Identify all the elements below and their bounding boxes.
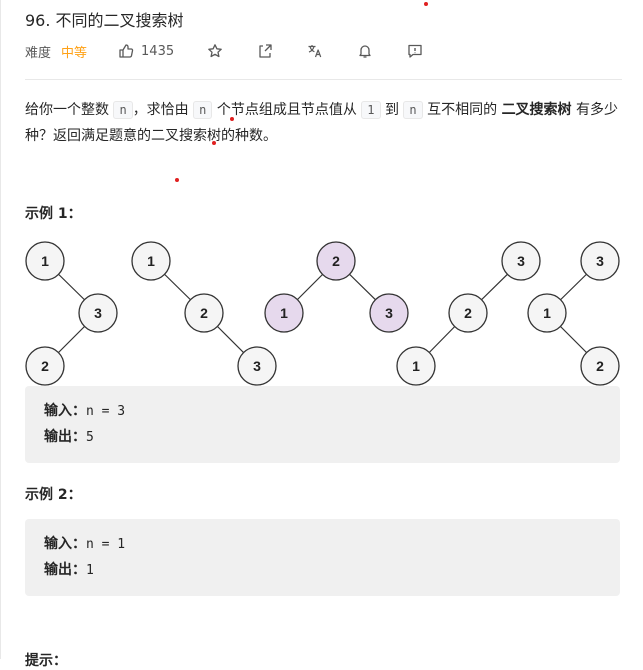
tree-node-value: 2 [596, 358, 604, 374]
tree-node-value: 3 [385, 305, 393, 321]
input-label: 输入： [44, 403, 86, 419]
tree-node: 3 [501, 241, 541, 281]
tree-node-value: 2 [41, 358, 49, 374]
tree-node-value: 2 [332, 253, 340, 269]
tree-node-value: 1 [543, 305, 551, 321]
tree-node-value: 3 [253, 358, 261, 374]
tree-node-value: 3 [596, 253, 604, 269]
tree-node-value: 1 [147, 253, 155, 269]
tree-node-value: 1 [41, 253, 49, 269]
tree-node-value: 1 [412, 358, 420, 374]
output-label: 输出： [44, 562, 86, 578]
inline-code-n: n [403, 101, 423, 119]
tree-node-value: 3 [94, 305, 102, 321]
bst-examples-diagram: 1 3 2 1 2 3 2 1 3 3 2 1 3 1 2 [25, 241, 620, 386]
desc-text: ，求恰由 [132, 102, 189, 118]
red-marker [175, 178, 179, 182]
tree-node: 1 [131, 241, 171, 281]
tree-node: 1 [264, 293, 304, 333]
tree-node: 3 [237, 346, 277, 386]
desc-text: 互不相同的 [427, 102, 498, 118]
desc-text: 到 [384, 102, 399, 118]
input-value: n = 1 [86, 537, 126, 552]
inline-code-n: n [113, 101, 133, 119]
tree-node: 1 [396, 346, 436, 386]
tree-node: 1 [527, 293, 567, 333]
tree-node: 2 [184, 293, 224, 333]
example-2-block: 输入：n = 1 输出：1 [25, 519, 620, 596]
inline-code-n: n [193, 101, 213, 119]
example-1-heading: 示例 1： [25, 206, 82, 222]
problem-description: 给你一个整数 n ，求恰由 n 个节点组成且节点值从 1 到 n 互不相同的 二叉… [25, 97, 620, 149]
example-1-block: 输入：n = 3 输出：5 [25, 386, 620, 463]
tree-node: 3 [369, 293, 409, 333]
output-value: 1 [86, 563, 94, 578]
problem-title: 96. 不同的二叉搜索树 [25, 11, 184, 30]
tree-node-value: 3 [517, 253, 525, 269]
bell-icon[interactable] [356, 42, 374, 60]
red-marker [212, 141, 216, 145]
tree-node: 2 [316, 241, 356, 281]
feedback-icon[interactable] [406, 42, 424, 60]
tree-node: 2 [25, 346, 65, 386]
divider [25, 79, 622, 80]
translate-icon[interactable] [306, 42, 324, 60]
tree-node: 3 [580, 241, 620, 281]
difficulty-label: 难度 [25, 45, 52, 61]
tree-node-value: 2 [200, 305, 208, 321]
star-icon[interactable] [206, 42, 224, 60]
red-marker [424, 2, 428, 6]
share-icon[interactable] [256, 42, 274, 60]
constraints-heading: 提示： [25, 653, 67, 669]
tree-node: 1 [25, 241, 65, 281]
tree-node: 2 [448, 293, 488, 333]
example-2-heading: 示例 2： [25, 487, 82, 503]
tree-node: 2 [580, 346, 620, 386]
desc-text: 个节点组成且节点值从 [216, 102, 357, 118]
like-count: 1435 [141, 43, 175, 59]
output-value: 5 [86, 430, 94, 445]
bst-term: 二叉搜索树 [501, 102, 572, 118]
inline-code-1: 1 [361, 101, 381, 119]
difficulty-value: 中等 [61, 45, 88, 61]
desc-text: 给你一个整数 [25, 102, 109, 118]
output-label: 输出： [44, 429, 86, 445]
tree-node: 3 [78, 293, 118, 333]
input-label: 输入： [44, 536, 86, 552]
thumbs-up-icon[interactable] [117, 42, 135, 60]
tree-node-value: 1 [280, 305, 288, 321]
problem-meta-bar: 难度 中等 1435 [25, 40, 424, 62]
red-marker [230, 117, 234, 121]
tree-node-value: 2 [464, 305, 472, 321]
input-value: n = 3 [86, 404, 126, 419]
